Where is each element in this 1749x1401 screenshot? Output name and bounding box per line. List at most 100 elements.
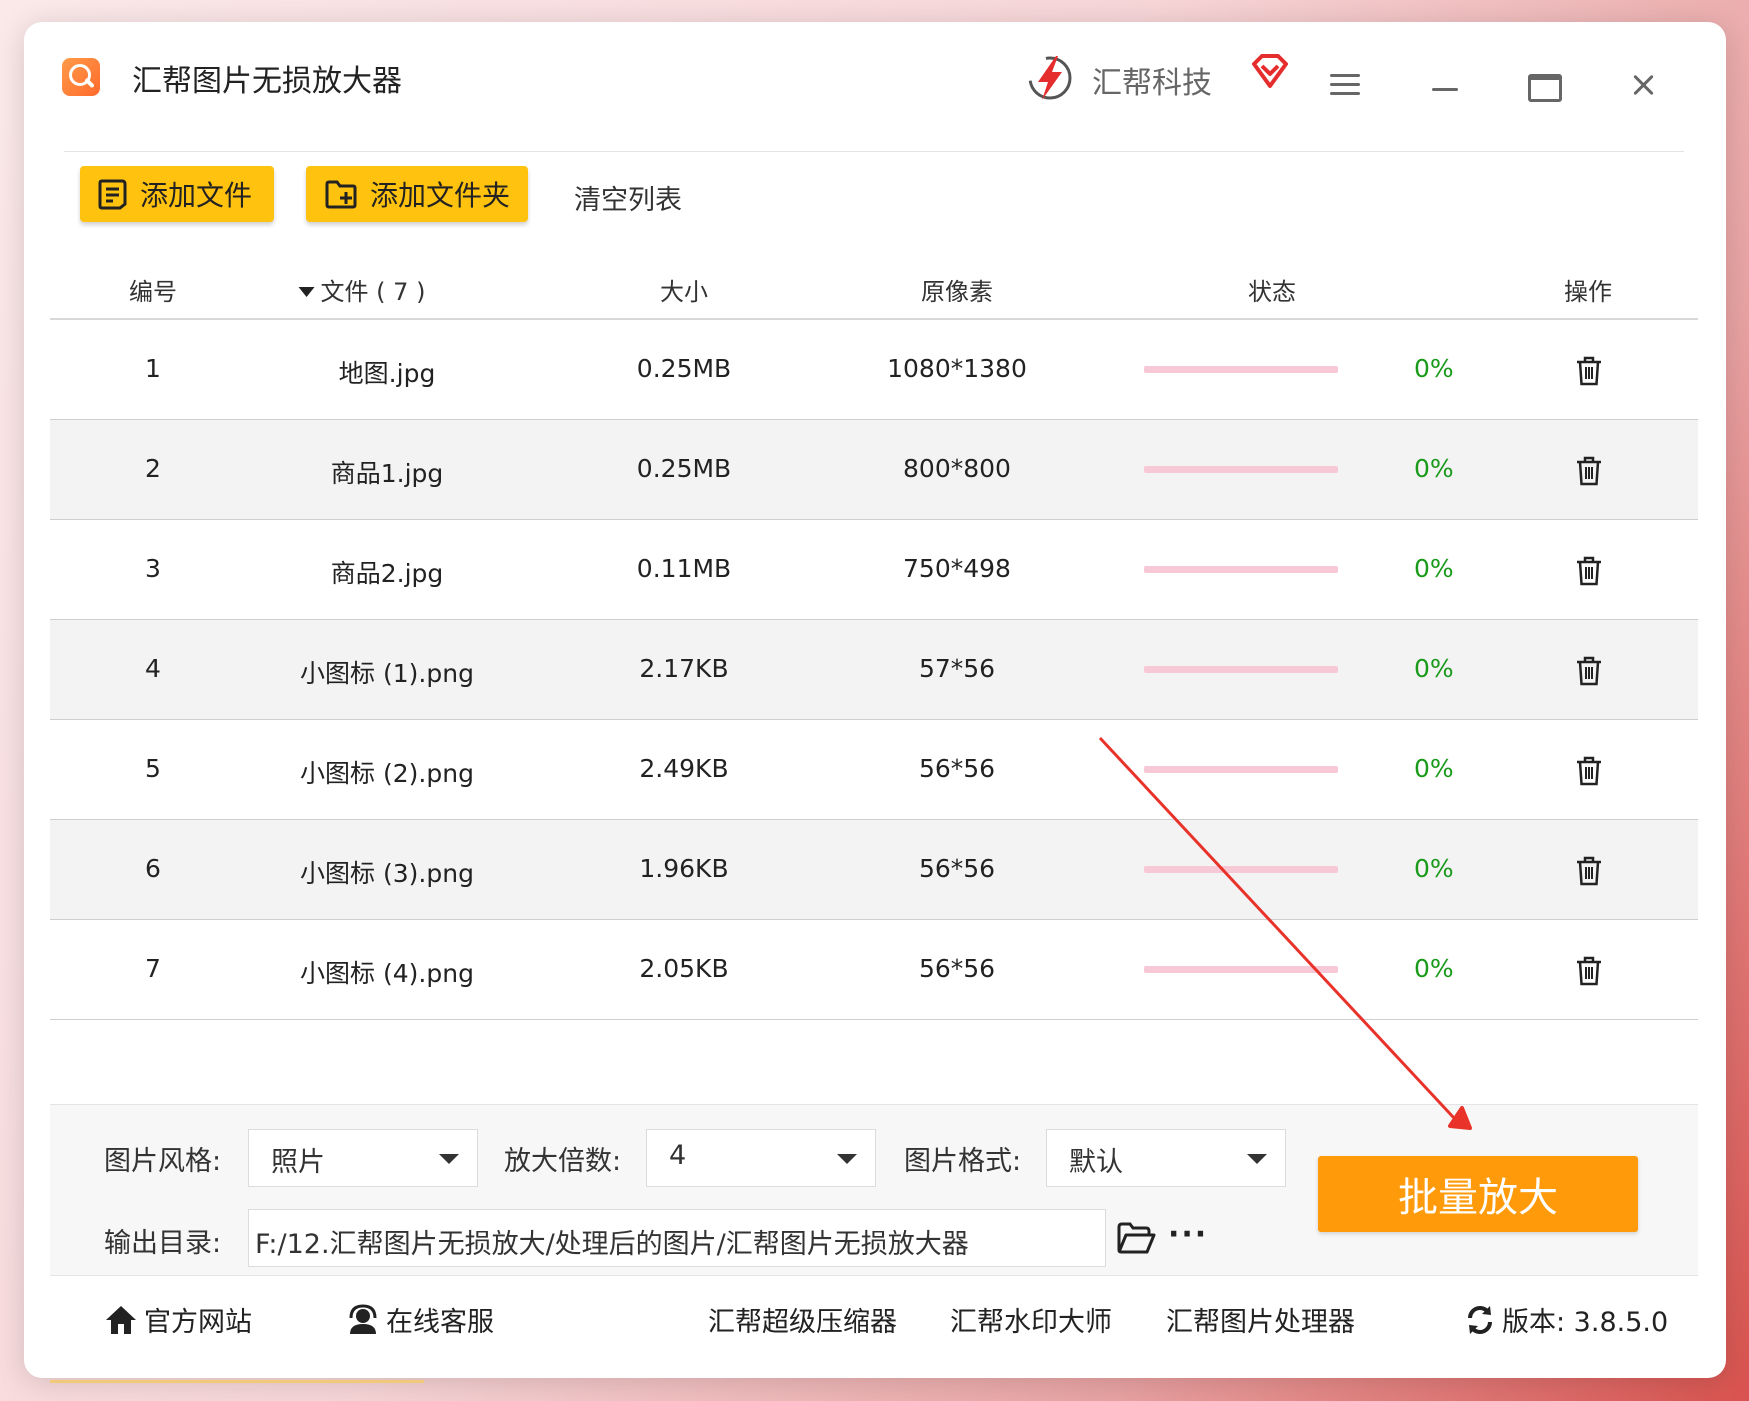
row-file-name: 小图标 (3).png [300, 859, 474, 888]
row-size: 2.17KB [639, 654, 729, 683]
format-select[interactable]: 默认 [1046, 1129, 1286, 1187]
support-label: 在线客服 [386, 1307, 494, 1338]
row-file-name: 小图标 (1).png [300, 659, 474, 688]
official-website-link[interactable]: 官方网站 [104, 1300, 252, 1339]
row-pixels: 800*800 [903, 454, 1011, 483]
scale-label: 放大倍数: [504, 1146, 622, 1177]
add-folder-label: 添加文件夹 [370, 179, 511, 212]
row-index: 2 [145, 454, 161, 483]
brand-name: 汇帮科技 [1092, 66, 1212, 101]
file-table: 编号 文件 ( 7 ) 大小 原像素 状态 操作 1 地图.jpg 0.25MB… [50, 258, 1698, 1020]
file-list-icon [98, 179, 127, 210]
table-row[interactable]: 2 商品1.jpg 0.25MB 800*800 0% [50, 420, 1698, 520]
hamburger-menu-icon[interactable] [1330, 74, 1360, 96]
row-progress-bar [1144, 566, 1338, 573]
row-size: 0.25MB [636, 354, 732, 383]
trash-icon[interactable] [1576, 656, 1602, 686]
home-icon [106, 1305, 136, 1334]
row-pixels: 56*56 [918, 854, 996, 883]
header-action: 操作 [1564, 278, 1612, 306]
batch-enlarge-button[interactable]: 批量放大 [1318, 1156, 1638, 1232]
row-file-name: 商品2.jpg [330, 559, 444, 588]
table-header: 编号 文件 ( 7 ) 大小 原像素 状态 操作 [50, 258, 1698, 320]
trash-icon[interactable] [1576, 956, 1602, 986]
website-label: 官方网站 [144, 1307, 252, 1338]
row-pixels: 750*498 [903, 554, 1011, 583]
row-pixels: 57*56 [918, 654, 996, 683]
output-path-field[interactable]: F:/12.汇帮图片无损放大/处理后的图片/汇帮图片无损放大器 [248, 1209, 1106, 1267]
row-index: 3 [145, 554, 161, 583]
minimize-icon[interactable] [1432, 88, 1458, 91]
trash-icon[interactable] [1576, 456, 1602, 486]
header-pixels[interactable]: 原像素 [921, 272, 993, 307]
add-file-button[interactable]: 添加文件 [80, 166, 274, 222]
row-progress-bar [1144, 966, 1338, 973]
row-index: 1 [145, 354, 161, 383]
app-logo-icon [62, 58, 100, 96]
row-index: 6 [145, 854, 161, 883]
heart-gem-icon [1252, 54, 1288, 88]
row-pixels: 56*56 [918, 754, 996, 783]
table-row[interactable]: 4 小图标 (1).png 2.17KB 57*56 0% [50, 620, 1698, 720]
style-label: 图片风格: [104, 1146, 222, 1177]
app-title: 汇帮图片无损放大器 [132, 64, 402, 99]
style-value: 照片 [271, 1147, 325, 1178]
chevron-down-icon [439, 1154, 459, 1164]
trash-icon[interactable] [1576, 556, 1602, 586]
row-progress-percent: 0% [1414, 754, 1454, 783]
row-progress-bar [1144, 766, 1338, 773]
row-size: 2.49KB [639, 754, 729, 783]
trash-icon[interactable] [1576, 356, 1602, 386]
compressor-link[interactable]: 汇帮超级压缩器 [708, 1300, 897, 1339]
footer-bar: 官方网站 在线客服 汇帮超级压缩器 汇帮水印大师 汇帮图片处理器 版本: 3.8… [50, 1282, 1698, 1358]
add-file-label: 添加文件 [140, 179, 253, 212]
table-row[interactable]: 6 小图标 (3).png 1.96KB 56*56 0% [50, 820, 1698, 920]
app-window: 汇帮图片无损放大器 汇帮科技 添加文件 添加文件夹 清空列表 编号 文件 (7… [24, 22, 1726, 1378]
table-row[interactable]: 5 小图标 (2).png 2.49KB 56*56 0% [50, 720, 1698, 820]
row-index: 5 [145, 754, 161, 783]
row-size: 2.05KB [639, 954, 729, 983]
table-row[interactable]: 3 商品2.jpg 0.11MB 750*498 0% [50, 520, 1698, 620]
version-label: 版本: 3.8.5.0 [1502, 1307, 1669, 1338]
maximize-icon[interactable] [1528, 74, 1562, 102]
header-index[interactable]: 编号 [129, 272, 177, 307]
refresh-icon [1468, 1305, 1492, 1334]
trash-icon[interactable] [1576, 756, 1602, 786]
output-label: 输出目录: [104, 1228, 222, 1259]
row-pixels: 56*56 [918, 954, 996, 983]
trash-icon[interactable] [1576, 856, 1602, 886]
scale-select[interactable]: 4 [646, 1129, 876, 1187]
image-processor-link[interactable]: 汇帮图片处理器 [1166, 1300, 1355, 1339]
headset-icon [349, 1303, 377, 1334]
row-progress-bar [1144, 866, 1338, 873]
add-folder-button[interactable]: 添加文件夹 [306, 166, 528, 222]
brand-logo-icon [1028, 56, 1072, 100]
row-progress-bar [1144, 466, 1338, 473]
online-support-link[interactable]: 在线客服 [346, 1300, 494, 1339]
format-value: 默认 [1069, 1147, 1123, 1178]
row-file-name: 地图.jpg [338, 359, 436, 388]
clear-list-button[interactable]: 清空列表 [574, 178, 682, 217]
watermark-link[interactable]: 汇帮水印大师 [950, 1300, 1112, 1339]
version-info[interactable]: 版本: 3.8.5.0 [1464, 1300, 1668, 1339]
table-row[interactable]: 1 地图.jpg 0.25MB 1080*1380 0% [50, 320, 1698, 420]
format-label: 图片格式: [904, 1146, 1022, 1177]
row-file-name: 小图标 (2).png [300, 759, 474, 788]
table-row[interactable]: 7 小图标 (4).png 2.05KB 56*56 0% [50, 920, 1698, 1020]
row-progress-percent: 0% [1414, 954, 1454, 983]
table-body: 1 地图.jpg 0.25MB 1080*1380 0% 2 商品1.jpg 0… [50, 320, 1698, 1020]
row-file-name: 小图标 (4).png [300, 959, 474, 988]
folder-open-icon[interactable] [1116, 1221, 1156, 1255]
more-options-icon[interactable]: ··· [1168, 1217, 1208, 1252]
style-select[interactable]: 照片 [248, 1129, 478, 1187]
folder-plus-icon [325, 180, 357, 209]
bottom-decoration [50, 1380, 424, 1383]
close-icon[interactable] [1628, 70, 1658, 100]
row-progress-percent: 0% [1414, 454, 1454, 483]
chevron-down-icon [1247, 1154, 1267, 1164]
scale-value: 4 [669, 1140, 687, 1171]
header-size[interactable]: 大小 [660, 272, 708, 307]
row-progress-bar [1144, 366, 1338, 373]
header-file[interactable]: 文件 ( 7 ) [299, 272, 426, 307]
header-status[interactable]: 状态 [1248, 272, 1296, 307]
